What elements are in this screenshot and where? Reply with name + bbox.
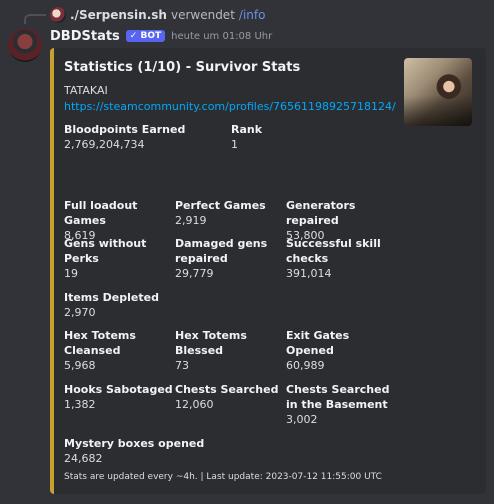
field-perfect-games: Perfect Games 2,919 xyxy=(175,198,283,228)
player-name: TATAKAI xyxy=(64,84,108,97)
field-name: Items Depleted xyxy=(64,291,159,304)
field-hex-totems-cleansed: Hex Totems Cleansed 5,968 xyxy=(64,328,144,373)
field-items-depleted: Items Depleted 2,970 xyxy=(64,290,172,320)
bot-username[interactable]: DBDStats xyxy=(50,29,120,44)
field-value: 2,970 xyxy=(64,306,96,319)
field-name: Perfect Games xyxy=(175,199,266,212)
field-value: 1 xyxy=(231,138,238,151)
reply-verb: verwendet xyxy=(170,8,235,22)
reply-command[interactable]: /info xyxy=(239,8,266,22)
bot-avatar[interactable] xyxy=(8,28,42,62)
field-value: 3,002 xyxy=(286,413,318,426)
field-name: Rank xyxy=(231,123,263,136)
embed-footer: Stats are updated every ~4h. | Last upda… xyxy=(64,472,382,482)
field-chests-searched-basement: Chests Searched in the Basement 3,002 xyxy=(286,382,396,427)
field-name: Hex Totems Blessed xyxy=(175,329,247,357)
field-value: 24,682 xyxy=(64,452,103,465)
field-name: Bloodpoints Earned xyxy=(64,123,186,136)
field-name: Full loadout Games xyxy=(64,199,138,227)
field-value: 2,919 xyxy=(175,214,207,227)
field-value: 12,060 xyxy=(175,398,214,411)
field-value: 29,779 xyxy=(175,267,214,280)
reply-connector xyxy=(24,14,46,24)
field-damaged-gens-repaired: Damaged gens repaired 29,779 xyxy=(175,236,271,281)
field-mystery-boxes-opened: Mystery boxes opened 24,682 xyxy=(64,436,224,466)
field-value: 391,014 xyxy=(286,267,332,280)
field-exit-gates-opened: Exit Gates Opened 60,989 xyxy=(286,328,396,373)
reply-username[interactable]: ./Serpensin.sh xyxy=(70,8,167,22)
field-value: 2,769,204,734 xyxy=(64,138,145,151)
reply-user-avatar[interactable] xyxy=(50,7,66,23)
field-name: Exit Gates Opened xyxy=(286,329,350,357)
field-value: 73 xyxy=(175,359,189,372)
field-name: Damaged gens repaired xyxy=(175,237,268,265)
field-name: Chests Searched in the Basement xyxy=(286,383,390,411)
field-gens-without-perks: Gens without Perks 19 xyxy=(64,236,174,281)
field-value: 19 xyxy=(64,267,78,280)
field-name: Generators repaired xyxy=(286,199,356,227)
field-name: Successful skill checks xyxy=(286,237,381,265)
player-thumbnail[interactable] xyxy=(404,58,472,126)
stats-embed: Statistics (1/10) - Survivor Stats TATAK… xyxy=(50,48,486,494)
message-header: DBDStats ✓ BOT heute um 01:08 Uhr xyxy=(50,26,272,46)
field-name: Hooks Sabotaged xyxy=(64,383,173,396)
field-bloodpoints: Bloodpoints Earned 2,769,204,734 xyxy=(64,122,224,152)
field-name: Gens without Perks xyxy=(64,237,147,265)
field-name: Hex Totems Cleansed xyxy=(64,329,136,357)
field-value: 60,989 xyxy=(286,359,325,372)
bot-badge: ✓ BOT xyxy=(125,30,166,42)
field-value: 1,382 xyxy=(64,398,96,411)
message-timestamp[interactable]: heute um 01:08 Uhr xyxy=(171,31,272,42)
field-value: 5,968 xyxy=(64,359,96,372)
field-name: Mystery boxes opened xyxy=(64,437,205,450)
field-hooks-sabotaged: Hooks Sabotaged 1,382 xyxy=(64,382,174,412)
field-chests-searched: Chests Searched 12,060 xyxy=(175,382,285,412)
steam-profile-link[interactable]: https://steamcommunity.com/profiles/7656… xyxy=(64,100,396,113)
field-successful-skill-checks: Successful skill checks 391,014 xyxy=(286,236,382,281)
reply-reference[interactable]: ./Serpensin.sh verwendet /info xyxy=(50,6,265,24)
field-rank: Rank 1 xyxy=(231,122,339,152)
field-name: Chests Searched xyxy=(175,383,279,396)
embed-title: Statistics (1/10) - Survivor Stats xyxy=(64,60,301,75)
field-hex-totems-blessed: Hex Totems Blessed 73 xyxy=(175,328,285,373)
